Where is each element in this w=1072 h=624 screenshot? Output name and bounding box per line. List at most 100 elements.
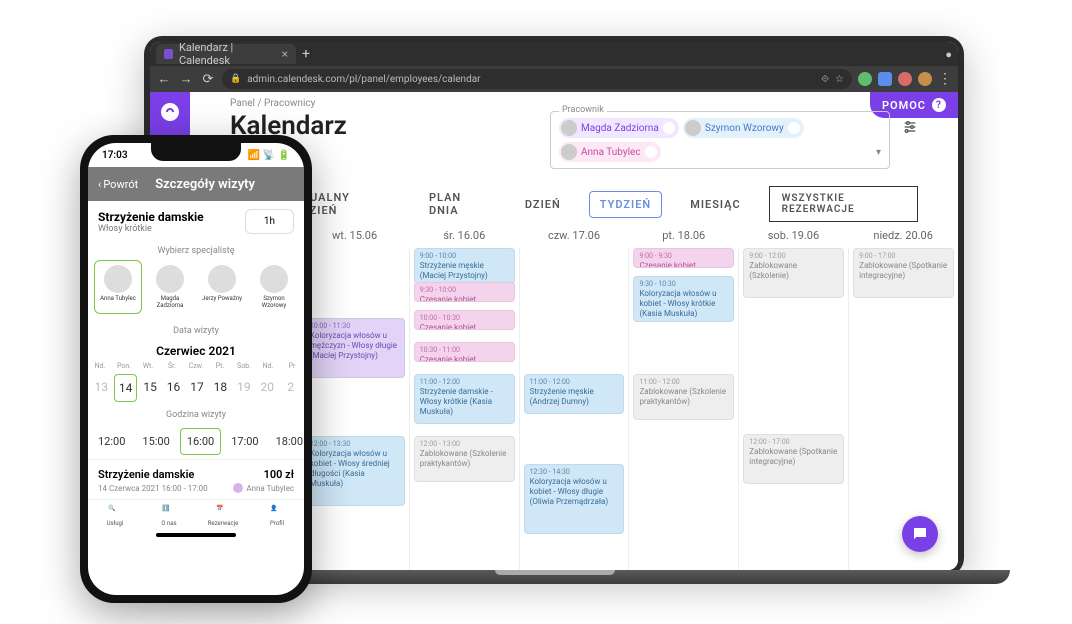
hours-row: 12:0015:0016:0017:0018:00: [88, 424, 304, 459]
chevron-down-icon[interactable]: ▾: [876, 147, 881, 158]
day-column[interactable]: 9:00 - 12:00Zablokowane (Szkolenie) 12:00…: [738, 248, 848, 570]
remove-chip-icon[interactable]: ×: [663, 122, 675, 134]
avatar: [561, 120, 577, 136]
notch: [151, 143, 241, 161]
calendar-icon: 📅: [216, 505, 230, 519]
summary-specialist: Anna Tubylec: [233, 483, 294, 493]
hour-option[interactable]: 18:00: [269, 428, 304, 455]
calendar-event[interactable]: 10:30 - 11:00Czesanie kobiet: [414, 342, 515, 362]
hour-option[interactable]: 12:00: [91, 428, 132, 455]
remove-chip-icon[interactable]: ×: [645, 146, 657, 158]
hour-option[interactable]: 17:00: [224, 428, 265, 455]
all-reservations-button[interactable]: WSZYSTKIE REZERWACJE: [769, 186, 918, 222]
info-icon: ℹ️: [162, 505, 176, 519]
summary-price: 100 zł: [264, 468, 294, 481]
day-option[interactable]: 15: [140, 374, 160, 402]
date-label: Data wizyty: [88, 322, 304, 340]
calendar-event[interactable]: 12:00 - 13:00Zablokowane (Szkolenie prak…: [414, 436, 515, 482]
home-indicator: [156, 533, 236, 537]
browser-tab[interactable]: Kalendarz | Calendesk ×: [156, 44, 296, 64]
extension-icon[interactable]: [878, 72, 892, 86]
day-header: wt. 15.06: [300, 229, 410, 242]
employee-chip[interactable]: Anna Tubylec×: [559, 142, 661, 162]
calendar-event[interactable]: 9:00 - 9:30Czesanie kobiet: [633, 248, 734, 268]
hour-option[interactable]: 16:00: [180, 428, 221, 455]
day-option: 19: [234, 374, 254, 402]
back-button[interactable]: ‹ Powrót: [98, 178, 138, 191]
hour-label: Godzina wizyty: [88, 406, 304, 424]
phone-frame: 17:03 📶 📡 🔋 ‹ Powrót Szczegóły wizyty St…: [80, 135, 312, 603]
day-column[interactable]: 9:00 - 10:00Strzyżenie męskie (Maciej Pr…: [409, 248, 519, 570]
settings-sliders-icon[interactable]: [902, 119, 918, 139]
avatar: [561, 144, 577, 160]
day-column[interactable]: 9:00 - 9:30Czesanie kobiet 9:30 - 10:30Ko…: [628, 248, 738, 570]
calendar-event[interactable]: 12:00 - 17:00Zablokowane (Spotkanie inte…: [743, 434, 844, 484]
calendar-event[interactable]: 12:30 - 14:30Koloryzacja włosów u kobiet…: [524, 464, 625, 534]
extension-icon[interactable]: [858, 72, 872, 86]
share-icon[interactable]: ⟐: [821, 74, 829, 85]
view-day[interactable]: DZIEŃ: [515, 192, 571, 217]
calendar-event[interactable]: 11:00 - 12:00Strzyżenie męskie (Andrzej …: [524, 374, 625, 414]
search-icon: 🔍: [108, 505, 122, 519]
forward-button[interactable]: →: [178, 71, 194, 87]
lock-icon: 🔒: [230, 74, 241, 84]
back-button[interactable]: ←: [156, 71, 172, 87]
star-icon[interactable]: ☆: [835, 74, 844, 85]
help-icon: ?: [932, 98, 946, 112]
extension-icon[interactable]: [918, 72, 932, 86]
calendar-event[interactable]: 9:00 - 12:00Zablokowane (Szkolenie): [743, 248, 844, 298]
calendar-event[interactable]: 9:30 - 10:30Koloryzacja włosów u kobiet …: [633, 276, 734, 322]
close-tab-icon[interactable]: ×: [282, 47, 288, 61]
chat-fab[interactable]: [902, 516, 938, 552]
calendar-event[interactable]: 11:00 - 12:00Zablokowane (Szkolenie prak…: [633, 374, 734, 420]
phone-tab-calendar[interactable]: 📅Rezerwacje: [196, 500, 250, 530]
calendar-event[interactable]: 9:30 - 10:00Czesanie kobiet: [414, 282, 515, 302]
employee-filter[interactable]: Pracownik Magda Zadziorna× Szymon Wzorow…: [550, 111, 890, 169]
summary-date: 14 Czerwca 2021 16:00 - 17:00: [98, 484, 208, 493]
employee-chip[interactable]: Szymon Wzorowy×: [683, 118, 804, 138]
calendar-event[interactable]: 9:00 - 17:00Zablokowane (Spotkanie integ…: [853, 248, 954, 298]
calendar-event[interactable]: 12:00 - 13:30Koloryzacja włosów u kobiet…: [304, 436, 405, 506]
employee-chip[interactable]: Magda Zadziorna×: [559, 118, 679, 138]
specialist-option[interactable]: Anna Tubylec: [94, 260, 142, 314]
day-column[interactable]: 10:00 - 11:30Koloryzacja włosów u mężczy…: [299, 248, 409, 570]
specialist-option[interactable]: Jerzy Poważny: [198, 260, 246, 314]
day-option[interactable]: 18: [210, 374, 230, 402]
day-column[interactable]: 11:00 - 12:00Strzyżenie męskie (Andrzej …: [519, 248, 629, 570]
day-option: 13: [91, 374, 111, 402]
phone-tab-info[interactable]: ℹ️O nas: [142, 500, 196, 530]
reload-button[interactable]: ⟳: [200, 72, 216, 87]
specialist-option[interactable]: Szymon Wzorowy: [250, 260, 298, 314]
remove-chip-icon[interactable]: ×: [788, 122, 800, 134]
specialists-row: Anna TubylecMagda ZadziornaJerzy Poważny…: [88, 260, 304, 322]
brand-logo[interactable]: [158, 100, 182, 124]
summary-service: Strzyżenie damskie: [98, 468, 194, 481]
service-name: Strzyżenie damskie: [98, 210, 204, 224]
day-option[interactable]: 16: [163, 374, 183, 402]
duration-selector[interactable]: 1h: [245, 209, 294, 234]
day-column[interactable]: 9:00 - 17:00Zablokowane (Spotkanie integ…: [848, 248, 958, 570]
calendar-event[interactable]: 10:00 - 10:30Czesanie kobiet: [414, 310, 515, 330]
hour-option[interactable]: 15:00: [135, 428, 176, 455]
calendar-event[interactable]: 11:00 - 12:00Strzyżenie damskie - Włosy …: [414, 374, 515, 424]
extension-icon[interactable]: [898, 72, 912, 86]
calendar-event[interactable]: 10:00 - 11:30Koloryzacja włosów u mężczy…: [304, 318, 405, 378]
avatar: [260, 265, 288, 293]
day-option[interactable]: 14: [114, 374, 136, 402]
view-day-plan[interactable]: PLAN DNIA: [419, 185, 497, 223]
specialist-option[interactable]: Magda Zadziorna: [146, 260, 194, 314]
minimize-icon[interactable]: ●: [945, 48, 952, 61]
new-tab-button[interactable]: +: [302, 46, 310, 62]
phone-tab-search[interactable]: 🔍Usługi: [88, 500, 142, 530]
address-bar[interactable]: 🔒 admin.calendesk.com/pl/panel/employees…: [222, 69, 852, 89]
day-option[interactable]: 17: [187, 374, 207, 402]
view-month[interactable]: MIESIĄC: [680, 192, 750, 217]
url-text: admin.calendesk.com/pl/panel/employees/c…: [247, 74, 480, 85]
avatar: [156, 265, 184, 293]
view-week[interactable]: TYDZIEŃ: [589, 191, 662, 218]
phone-tab-profile[interactable]: 👤Profil: [250, 500, 304, 530]
service-subtitle: Włosy krótkie: [98, 224, 204, 234]
browser-menu-button[interactable]: ⋮: [938, 71, 952, 87]
phone-tabbar: 🔍Usługiℹ️O nas📅Rezerwacje👤Profil: [88, 499, 304, 530]
calendar-event[interactable]: 9:00 - 10:00Strzyżenie męskie (Maciej Pr…: [414, 248, 515, 284]
